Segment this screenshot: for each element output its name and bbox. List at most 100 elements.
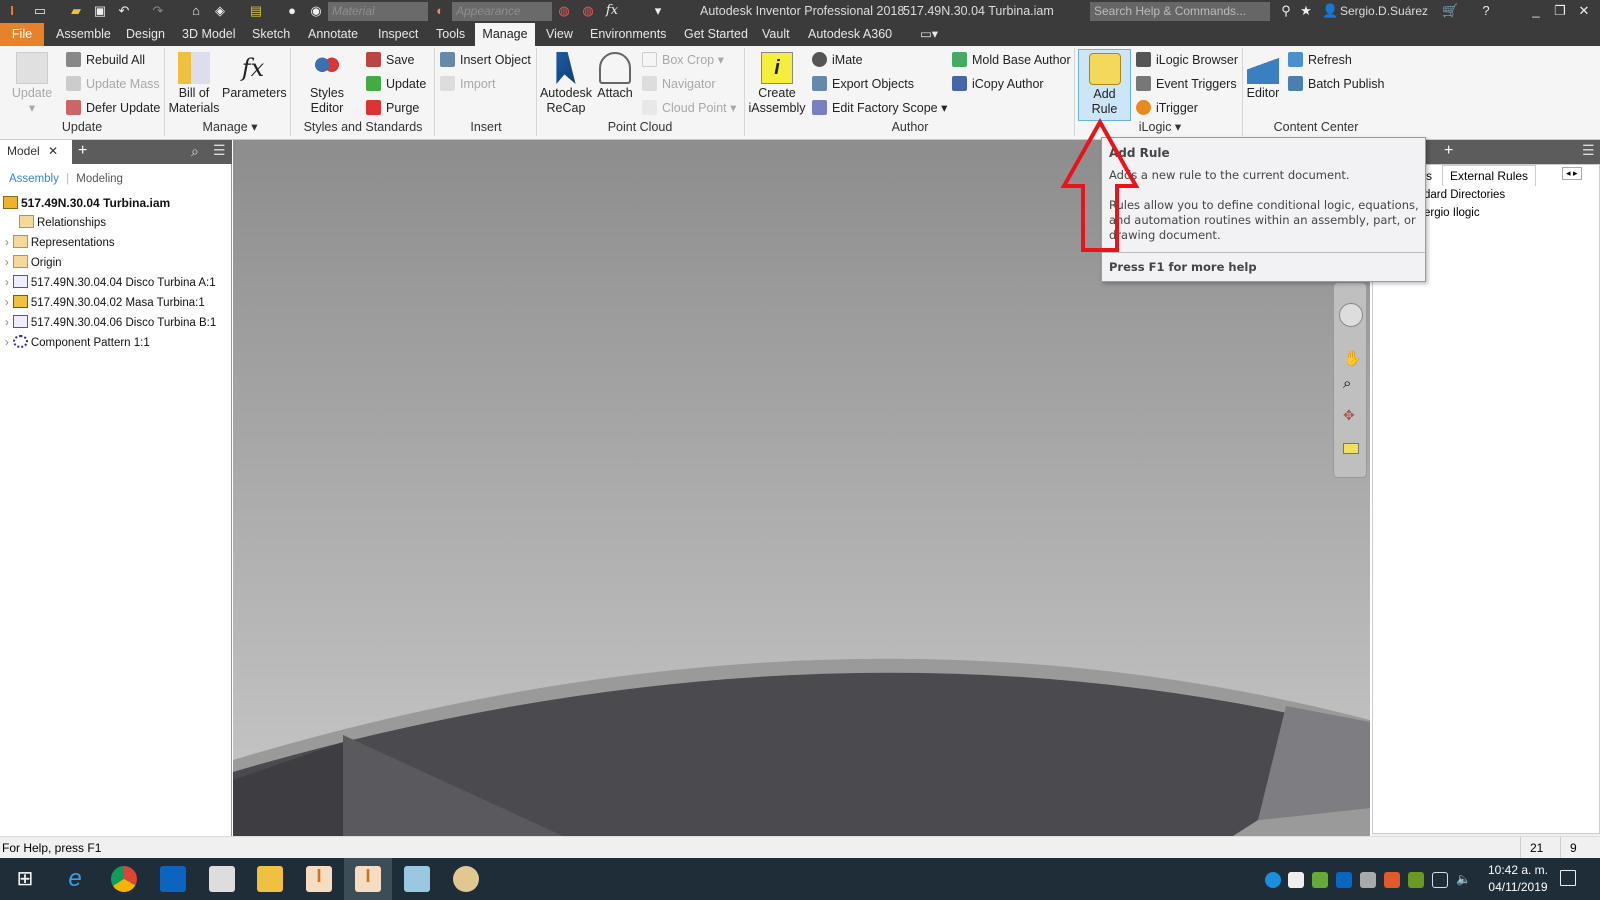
appearance-combo[interactable]: Appearance [452,2,552,21]
app-icon[interactable] [209,866,235,892]
bill-of-materials-button[interactable]: Bill of Materials [168,52,220,116]
file-explorer-icon[interactable] [257,866,283,892]
internet-explorer-icon[interactable]: e [62,866,88,892]
styles-save-button[interactable]: Save [366,50,415,70]
panel-label-manage[interactable]: Manage ▾ [190,120,270,135]
expand-icon[interactable]: › [5,237,9,249]
material-icon[interactable]: ◉ [308,3,324,19]
select-icon[interactable]: ▤ [248,3,264,19]
pan-icon[interactable]: ✋ [1343,349,1362,367]
content-editor-button[interactable]: Editor [1244,52,1282,101]
edit-factory-scope-button[interactable]: Edit Factory Scope ▾ [812,98,947,118]
defer-update-button[interactable]: Defer Update [66,98,160,118]
outlook-tray-icon[interactable] [1336,872,1352,888]
expand-icon[interactable]: › [5,297,9,309]
expand-icon[interactable]: › [5,257,9,269]
save-icon[interactable]: ▣ [92,3,108,19]
tab-3d-model[interactable]: 3D Model [176,23,242,46]
styles-purge-button[interactable]: Purge [366,98,419,118]
tab-vault[interactable]: Vault [756,23,796,46]
panel-toggle-icon[interactable]: ▭▾ [914,23,944,46]
inventor-logo-icon[interactable]: I [4,3,20,19]
update-button[interactable]: Update ▾ [10,52,54,116]
speaker-icon[interactable]: 🔈 [1456,872,1472,888]
steering-wheel-icon[interactable] [1339,303,1363,327]
imate-button[interactable]: iMate [812,50,863,70]
zoom-icon[interactable]: ⌕ [1343,375,1351,392]
add-tab-icon[interactable]: + [78,142,87,160]
sync-icon[interactable] [1360,872,1376,888]
notepad-icon[interactable] [404,866,430,892]
create-iassembly-button[interactable]: i Create iAssembly [746,52,808,116]
autodesk-recap-button[interactable]: Autodesk ReCap [538,52,594,116]
outlook-icon[interactable] [160,866,186,892]
tray-app-icon[interactable] [1312,872,1328,888]
export-objects-button[interactable]: Export Objects [812,74,914,94]
restore-button[interactable]: ❐ [1552,3,1568,19]
insert-object-button[interactable]: Insert Object [440,50,531,70]
expand-icon[interactable]: › [5,277,9,289]
minimize-button[interactable]: _ [1528,3,1544,19]
communication-icon[interactable]: ⚲ [1278,3,1294,19]
search-input[interactable]: Search Help & Commands... [1090,2,1270,21]
security-icon[interactable] [1288,872,1304,888]
update-mass-button[interactable]: Update Mass [66,74,160,94]
menu-icon[interactable]: ☰ [1582,142,1595,159]
tab-annotate[interactable]: Annotate [302,23,364,46]
skype-icon[interactable] [1265,872,1281,888]
orbit-icon[interactable]: ✥ [1343,407,1355,424]
attach-button[interactable]: Attach [594,52,636,101]
tab-inspect[interactable]: Inspect [372,23,424,46]
tab-external-rules[interactable]: External Rules [1442,165,1537,186]
home-icon[interactable]: ⌂ [188,3,204,19]
customize-icon[interactable]: ▾ [650,3,666,19]
tree-item[interactable]: › Representations [5,233,115,253]
network-icon[interactable] [1432,872,1448,888]
close-tab-icon[interactable]: ✕ [48,144,58,158]
volume-muted-icon[interactable] [1384,872,1400,888]
refresh-button[interactable]: Refresh [1288,50,1352,70]
itrigger-button[interactable]: iTrigger [1136,98,1198,118]
tab-view[interactable]: View [540,23,579,46]
tree-item[interactable]: Relationships [19,213,106,233]
modeling-view-link[interactable]: Modeling [76,173,123,185]
windows-start-icon[interactable]: ⊞ [12,866,38,892]
tree-item[interactable]: › 517.49N.30.04.06 Disco Turbina B:1 [5,313,216,333]
close-button[interactable]: ✕ [1576,3,1592,19]
icopy-author-button[interactable]: iCopy Author [952,74,1044,94]
redo-icon[interactable]: ↷ [150,3,166,19]
event-triggers-button[interactable]: Event Triggers [1136,74,1237,94]
user-menu[interactable]: Sergio.D.Suárez [1340,4,1428,18]
tree-item[interactable]: › 517.49N.30.04.02 Masa Turbina:1 [5,293,205,313]
parameters-button[interactable]: fx Parameters [222,52,287,101]
adjust-icon[interactable]: ◍ [556,3,572,19]
favorites-icon[interactable]: ★ [1298,3,1314,19]
model-tab[interactable]: Model ✕ [0,140,72,164]
tab-autodesk-a360[interactable]: Autodesk A360 [802,23,898,46]
nvidia-icon[interactable] [1408,872,1424,888]
open-icon[interactable]: ▰ [68,3,84,19]
tab-design[interactable]: Design [120,23,171,46]
tree-item[interactable]: › 517.49N.30.04.04 Disco Turbina A:1 [5,273,216,293]
cloud-point-button[interactable]: Cloud Point ▾ [642,98,736,118]
tab-manage[interactable]: Manage [475,23,535,46]
clock[interactable]: 10:42 a. m. 04/11/2019 [1482,863,1554,894]
scroll-tabs-icon[interactable]: ◂ ▸ [1562,167,1582,180]
tab-get-started[interactable]: Get Started [678,23,754,46]
batch-publish-button[interactable]: Batch Publish [1288,74,1384,94]
tree-item[interactable]: dard Directories [1424,189,1505,201]
inventor-taskbar-icon[interactable]: I [306,866,332,892]
add-rule-button[interactable]: Add Rule [1078,49,1131,121]
styles-update-button[interactable]: Update [366,74,426,94]
search-icon[interactable]: ⌕ [191,143,199,160]
help-icon[interactable]: ? [1478,3,1494,19]
mold-base-author-button[interactable]: Mold Base Author [952,50,1071,70]
tree-root[interactable]: 517.49N.30.04 Turbina.iam [3,193,170,213]
notifications-icon[interactable] [1560,870,1576,886]
tab-sketch[interactable]: Sketch [246,23,296,46]
update-icon[interactable]: ◈ [212,3,228,19]
inventor-active-icon[interactable]: I [355,866,381,892]
assembly-view-link[interactable]: Assembly [9,173,59,185]
import-button[interactable]: Import [440,74,495,94]
view-face-icon[interactable] [1343,443,1359,454]
